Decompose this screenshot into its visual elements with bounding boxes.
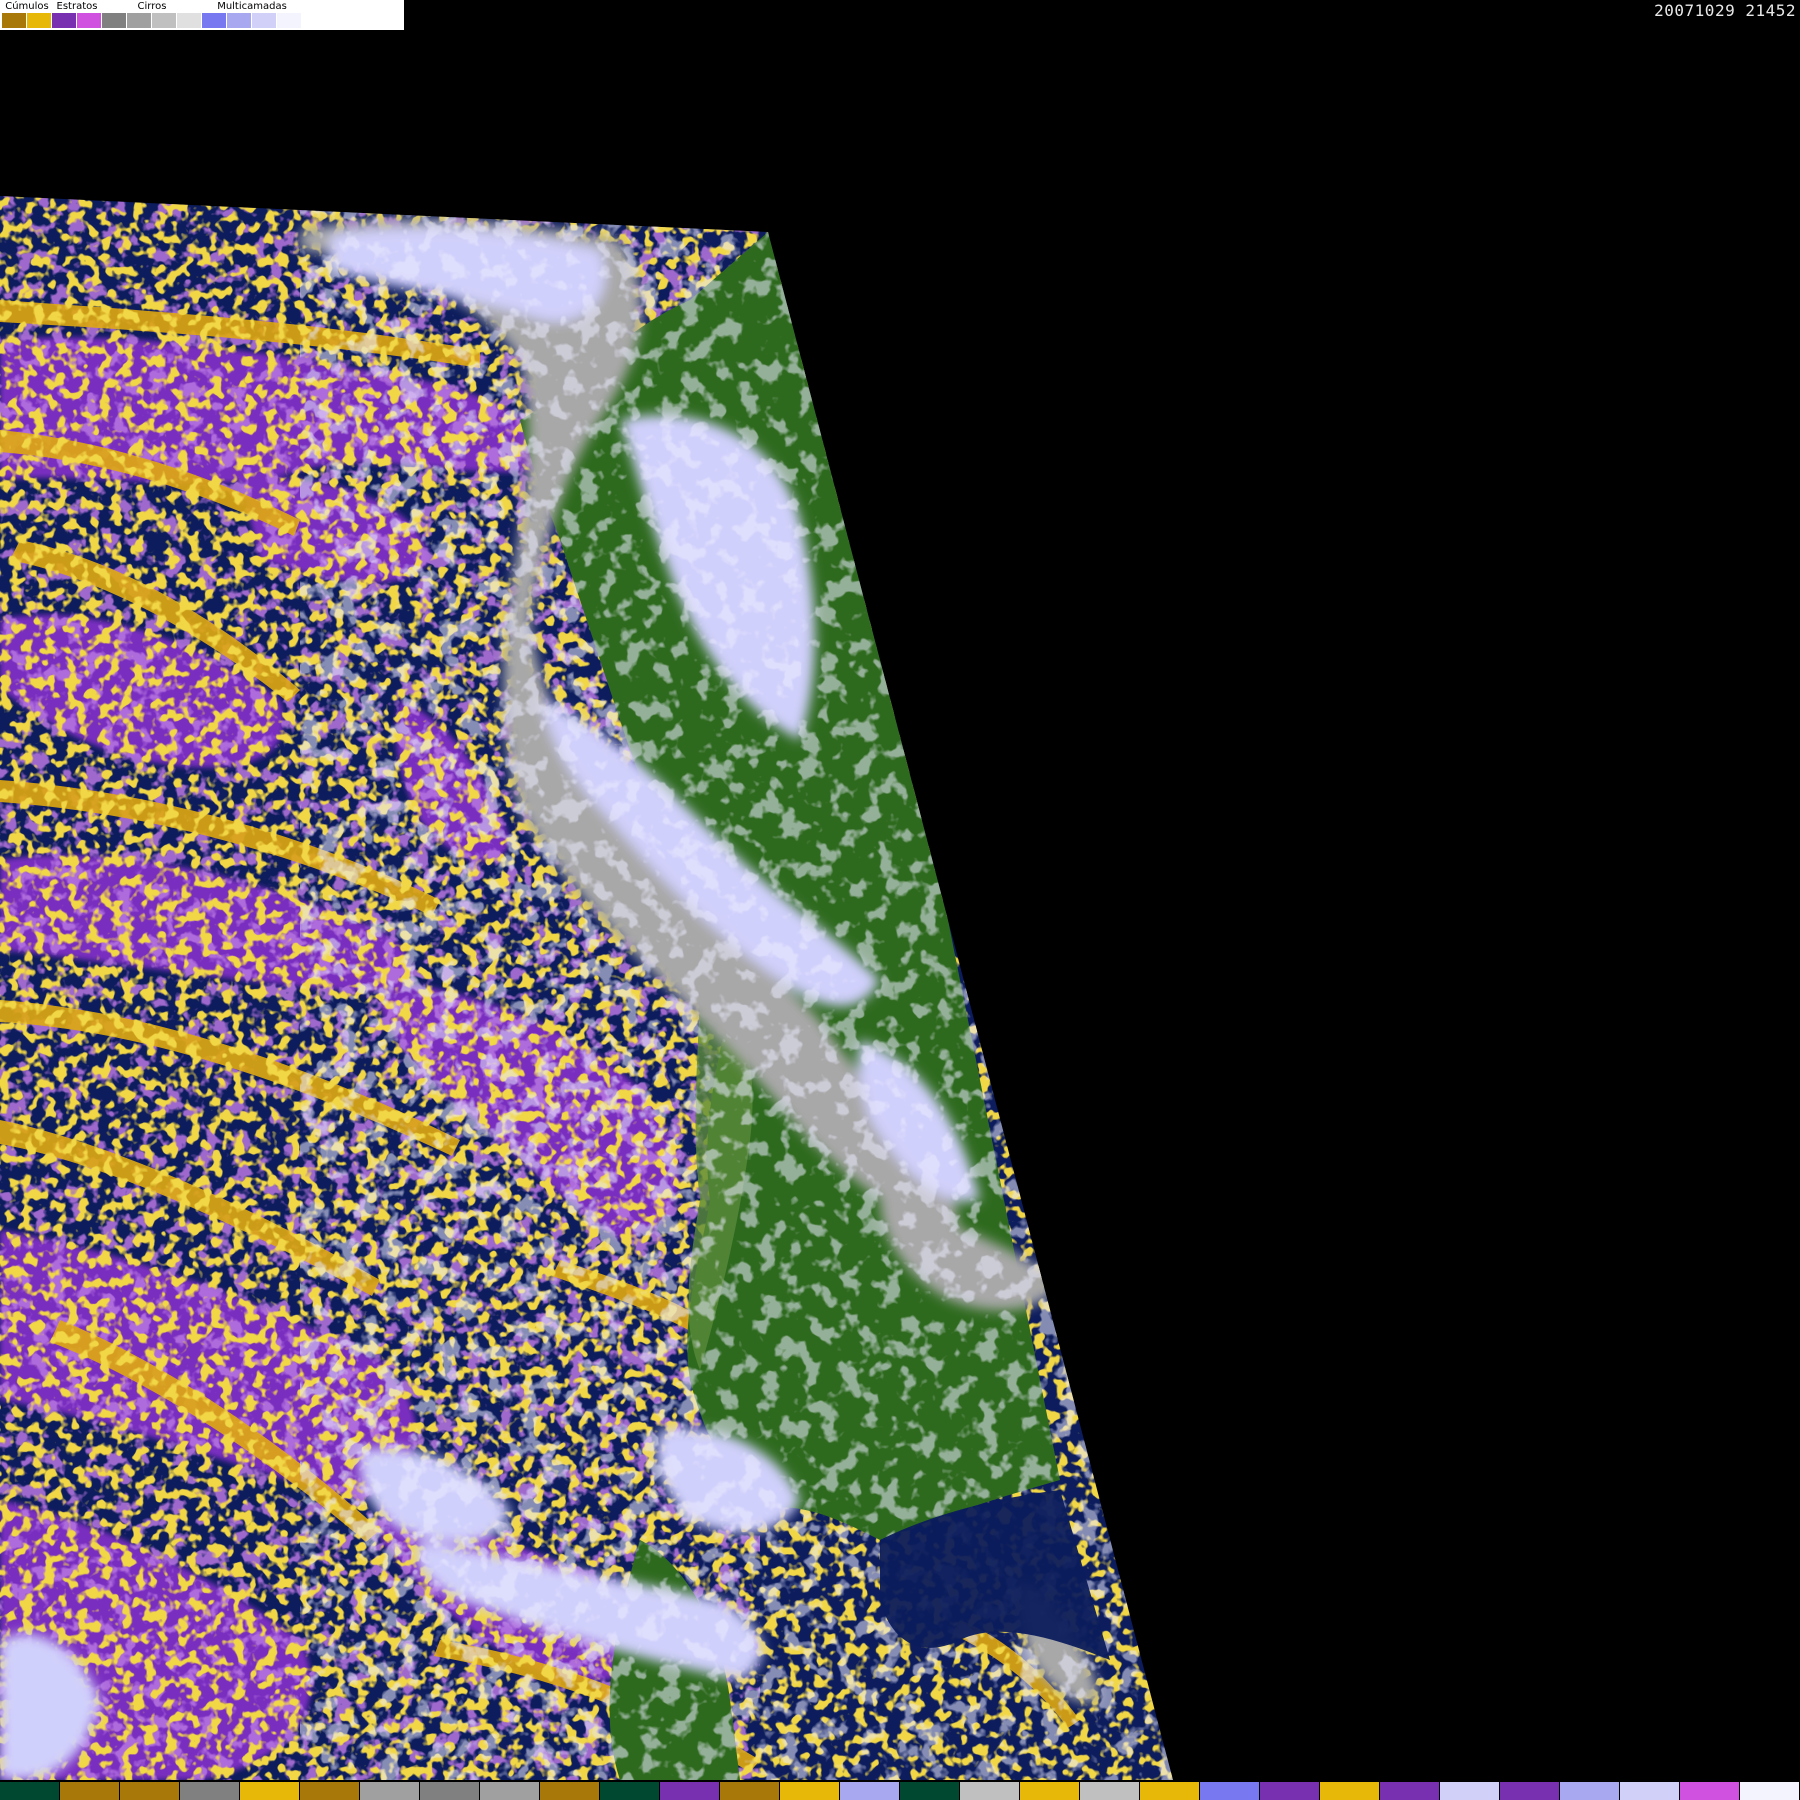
satellite-swath	[0, 196, 1173, 1780]
strip-cell	[660, 1782, 720, 1800]
strip-cell	[1320, 1782, 1380, 1800]
strip-cell	[120, 1782, 180, 1800]
legend-swatches	[102, 13, 202, 28]
legend-group-1: Cúmulos	[2, 0, 52, 31]
legend-swatch	[52, 13, 77, 28]
legend-swatch	[127, 13, 152, 28]
legend-swatch	[102, 13, 127, 28]
legend-label: Cúmulos	[5, 1, 49, 12]
strip-cell	[540, 1782, 600, 1800]
strip-cell	[600, 1782, 660, 1800]
strip-cell	[60, 1782, 120, 1800]
strip-cell	[840, 1782, 900, 1800]
legend-label: Multicamadas	[217, 1, 287, 12]
strip-cell	[300, 1782, 360, 1800]
strip-cell	[1200, 1782, 1260, 1800]
legend-group-4: Multicamadas	[202, 0, 302, 31]
cloud-type-legend: Cúmulos Estratos Cirros Multicamadas	[0, 0, 405, 31]
strip-cell	[900, 1782, 960, 1800]
legend-group-3: Cirros	[102, 0, 202, 31]
legend-swatch	[27, 13, 52, 28]
strip-cell	[1620, 1782, 1680, 1800]
legend-swatch	[277, 13, 302, 28]
strip-cell	[1680, 1782, 1740, 1800]
legend-label: Estratos	[56, 1, 98, 12]
strip-cell	[960, 1782, 1020, 1800]
strip-cell	[480, 1782, 540, 1800]
legend-swatch	[252, 13, 277, 28]
legend-label: Cirros	[137, 1, 167, 12]
legend-swatch	[177, 13, 202, 28]
strip-cell	[240, 1782, 300, 1800]
strip-cell	[720, 1782, 780, 1800]
strip-cell	[1380, 1782, 1440, 1800]
legend-swatches	[52, 13, 102, 28]
satellite-cloud-map	[0, 196, 1173, 1780]
legend-group-2: Estratos	[52, 0, 102, 31]
legend-swatch	[227, 13, 252, 28]
strip-cell	[420, 1782, 480, 1800]
legend-swatch	[202, 13, 227, 28]
strip-cell	[1740, 1782, 1800, 1800]
strip-cell	[1140, 1782, 1200, 1800]
timestamp-label: 20071029 21452	[1654, 1, 1796, 20]
legend-swatch	[2, 13, 27, 28]
strip-cell	[1080, 1782, 1140, 1800]
strip-cell	[0, 1782, 60, 1800]
strip-cell	[180, 1782, 240, 1800]
strip-cell	[1020, 1782, 1080, 1800]
strip-cell	[1440, 1782, 1500, 1800]
bottom-color-strip	[0, 1782, 1800, 1800]
legend-swatches	[2, 13, 52, 28]
legend-swatch	[77, 13, 102, 28]
strip-cell	[1560, 1782, 1620, 1800]
strip-cell	[780, 1782, 840, 1800]
legend-swatches	[202, 13, 302, 28]
legend-swatch	[152, 13, 177, 28]
strip-cell	[1260, 1782, 1320, 1800]
strip-cell	[1500, 1782, 1560, 1800]
strip-cell	[360, 1782, 420, 1800]
